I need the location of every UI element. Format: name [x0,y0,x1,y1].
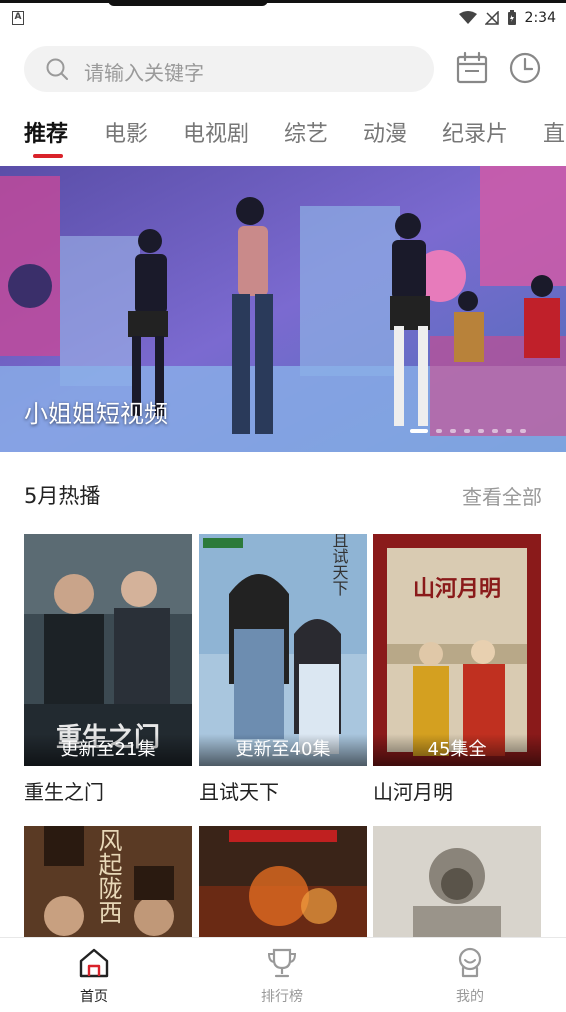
wifi-icon [458,11,477,24]
history-icon[interactable] [507,50,543,86]
poster-title-art: 风起陇西 [94,828,122,924]
view-all-link[interactable]: 查看全部 [462,481,542,510]
tab-recommend[interactable]: 推荐 [24,116,68,148]
section-title: 5月热播 [24,484,101,508]
carousel-dot-active [410,429,428,433]
trophy-icon [267,948,297,978]
episode-badge: 45集全 [373,734,541,766]
video-card-poster[interactable] [373,826,541,938]
app-notification-icon: A [12,11,24,25]
calendar-icon[interactable] [454,50,490,86]
video-title: 山河月明 [373,780,453,804]
carousel-dot [520,429,526,433]
tab-variety[interactable]: 综艺 [284,116,328,148]
search-input[interactable]: 请输入关键字 [24,46,434,92]
tab-movies[interactable]: 电影 [104,116,148,148]
poster-title-art: 山河月明 [413,577,501,602]
status-icons: 2:34 [458,8,556,28]
poster-image [373,826,541,938]
profile-icon [458,947,482,978]
carousel-indicator [410,429,526,433]
tab-documentary[interactable]: 纪录片 [442,116,508,148]
carousel-dot [436,429,442,433]
poster[interactable]: 山河月明 45集全 [373,534,541,766]
carousel-dot [492,429,498,433]
poster[interactable]: 重生之门 更新至21集 [24,534,192,766]
search-icon [46,58,68,80]
poster-image: 重生之门 [24,534,192,766]
home-icon [79,948,109,978]
battery-icon [507,10,516,25]
nav-home[interactable]: 首页 [34,946,154,1006]
category-tabs: 推荐 电影 电视剧 综艺 动漫 纪录片 直 [0,108,566,164]
poster-image [199,826,367,938]
poster[interactable]: 且试天下 更新至40集 [199,534,367,766]
episode-badge: 更新至21集 [24,734,192,766]
nav-ranking[interactable]: 排行榜 [222,946,342,1006]
camera-notch [108,0,268,6]
video-card-poster[interactable]: 风起陇西 [24,826,192,938]
search-header: 请输入关键字 [0,36,566,100]
nav-profile-label: 我的 [456,989,484,1005]
poster-image: 且试天下 [199,534,367,766]
episode-badge: 更新至40集 [199,734,367,766]
carousel-dot [506,429,512,433]
tab-live[interactable]: 直 [543,116,565,148]
nav-ranking-label: 排行榜 [261,989,303,1005]
banner-title: 小姐姐短视频 [24,400,168,428]
active-tab-indicator [33,154,63,158]
poster-title-art: 且试天下 [330,534,349,596]
no-signal-icon [484,11,499,25]
video-card-poster[interactable] [199,826,367,938]
carousel-dot [450,429,456,433]
video-title: 重生之门 [24,780,104,804]
nav-home-label: 首页 [80,989,108,1005]
banner-carousel[interactable]: 小姐姐短视频 [0,166,566,452]
bottom-navigation: 首页 排行榜 我的 [0,937,566,1012]
tab-tv-series[interactable]: 电视剧 [183,116,249,148]
clock: 2:34 [524,10,556,26]
status-bar: A 2:34 [0,0,566,36]
poster-image: 山河月明 [373,534,541,766]
nav-profile[interactable]: 我的 [410,946,530,1006]
carousel-dot [478,429,484,433]
top-edge [0,0,566,3]
search-placeholder: 请输入关键字 [84,61,204,85]
poster-image: 风起陇西 [24,826,192,938]
tab-anime[interactable]: 动漫 [363,116,407,148]
carousel-dot [464,429,470,433]
video-title: 且试天下 [199,780,279,804]
section-header: 5月热播 查看全部 [24,478,542,512]
